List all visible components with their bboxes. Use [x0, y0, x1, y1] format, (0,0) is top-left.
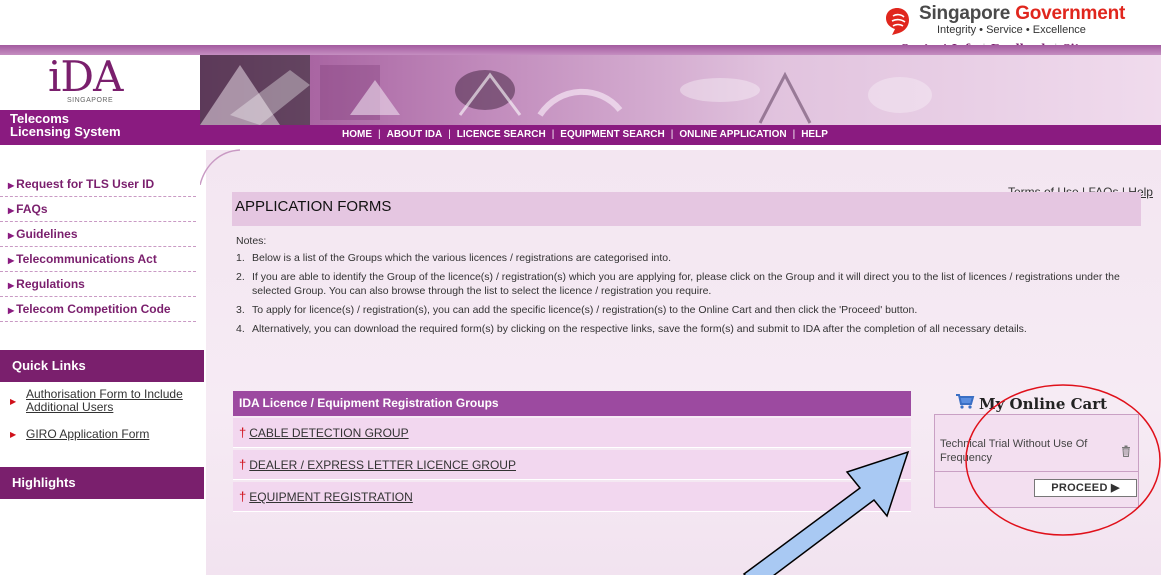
- sidebar-links: ▶ Request for TLS User ID ▶ FAQs ▶ Guidelin…: [0, 172, 196, 322]
- sidebar-item-competition-code[interactable]: ▶ Telecom Competition Code: [0, 297, 196, 322]
- header-banner-image: [200, 55, 1161, 125]
- note-item: 3. To apply for licence(s) / registration…: [236, 304, 918, 316]
- nav-home[interactable]: HOME: [342, 129, 372, 140]
- triangle-right-icon: ▶: [8, 181, 15, 190]
- group-row-dealer-express[interactable]: † DEALER / EXPRESS LETTER LICENCE GROUP: [233, 450, 911, 480]
- nav-online-application[interactable]: ONLINE APPLICATION: [679, 129, 786, 140]
- dagger-icon: †: [239, 489, 247, 504]
- note-item: 2. If you are able to identify the Group …: [236, 271, 1120, 297]
- groups-table-header: IDA Licence / Equipment Registration Gro…: [233, 391, 911, 416]
- sidebar-item-faqs[interactable]: ▶ FAQs: [0, 197, 196, 222]
- notes-heading: Notes:: [236, 235, 267, 247]
- page-title: APPLICATION FORMS: [232, 192, 1141, 226]
- nav-help[interactable]: HELP: [801, 129, 828, 140]
- gov-tagline: Integrity • Service • Excellence: [937, 24, 1086, 36]
- cart-divider: [934, 471, 1139, 472]
- sidebar-item-guidelines[interactable]: ▶ Guidelines: [0, 222, 196, 247]
- dagger-icon: †: [239, 425, 247, 440]
- triangle-right-icon: ▶: [8, 306, 15, 315]
- ida-logo[interactable]: iDA: [48, 56, 123, 98]
- nav-about-ida[interactable]: ABOUT IDA: [387, 129, 443, 140]
- triangle-right-icon: ▶: [10, 397, 17, 406]
- sidebar-item-request-user-id[interactable]: ▶ Request for TLS User ID: [0, 172, 196, 197]
- note-item: 4. Alternatively, you can download the re…: [236, 323, 1027, 335]
- trash-icon[interactable]: [1121, 445, 1131, 457]
- header-strip: [0, 45, 1161, 55]
- nav-licence-search[interactable]: LICENCE SEARCH: [457, 129, 546, 140]
- triangle-right-icon: ▶: [8, 206, 15, 215]
- highlights-heading: Highlights: [0, 467, 204, 499]
- cart-item: Technical Trial Without Use Of Frequency: [940, 438, 1088, 464]
- triangle-right-icon: ▶: [8, 231, 15, 240]
- cart-title: My Online Cart: [979, 395, 1108, 413]
- triangle-right-icon: ▶: [10, 430, 17, 439]
- sidebar-item-telecom-act[interactable]: ▶ Telecommunications Act: [0, 247, 196, 272]
- group-row-equipment-registration[interactable]: † EQUIPMENT REGISTRATION: [233, 482, 911, 512]
- system-name: Telecoms Licensing System: [0, 110, 200, 145]
- gov-title: Singapore Government: [919, 3, 1126, 24]
- top-nav: HOME | ABOUT IDA | LICENCE SEARCH | EQUIPMENT …: [200, 125, 1161, 145]
- ida-logo-subtitle: SINGAPORE: [67, 97, 114, 104]
- nav-equipment-search[interactable]: EQUIPMENT SEARCH: [560, 129, 664, 140]
- lion-head-logo-icon: [886, 8, 909, 35]
- proceed-button[interactable]: PROCEED ▶: [1034, 479, 1137, 497]
- quick-links-heading: Quick Links: [0, 350, 204, 382]
- content-corner-decoration: [200, 149, 240, 185]
- dagger-icon: †: [239, 457, 247, 472]
- triangle-right-icon: ▶: [8, 281, 15, 290]
- triangle-right-icon: ▶: [8, 256, 15, 265]
- notes: Notes: 1. Below is a list of the Groups w…: [236, 234, 1141, 336]
- note-item: 1. Below is a list of the Groups which th…: [236, 252, 672, 264]
- sidebar-item-regulations[interactable]: ▶ Regulations: [0, 272, 196, 297]
- group-row-cable-detection[interactable]: † CABLE DETECTION GROUP: [233, 418, 911, 448]
